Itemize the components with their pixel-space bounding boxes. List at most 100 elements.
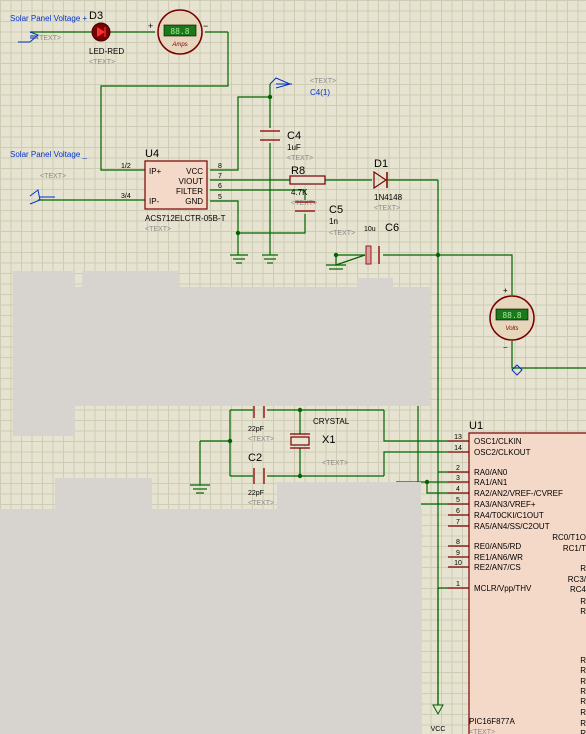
c5-value: 1n xyxy=(329,217,338,226)
u1-right-pin-label: R xyxy=(580,564,586,573)
diode-icon xyxy=(373,170,388,190)
u1-right-pin-label: R xyxy=(580,656,586,665)
d1-diode[interactable]: D1 1N4148 <TEXT> xyxy=(373,158,403,212)
occluder-upper-main xyxy=(75,287,430,406)
u1-right-pin-label: R xyxy=(580,697,586,706)
u1-pin-label: RE0/AN5/RD xyxy=(474,542,521,551)
c6-capacitor[interactable]: 10u C6 xyxy=(364,222,399,265)
u4-pinnum-6: 6 xyxy=(218,183,222,190)
u1-pin-label: RA2/AN2/VREF-/CVREF xyxy=(474,489,563,498)
c5-ref: C5 xyxy=(329,204,343,216)
u1-pin-label: RA3/AN3/VREF+ xyxy=(474,500,536,509)
u1-right-pin-label: R xyxy=(580,677,586,686)
d3-tag: <TEXT> xyxy=(89,59,115,66)
c4-ref-tag: <TEXT> xyxy=(310,78,336,85)
c4-tag: <TEXT> xyxy=(287,155,313,162)
u1-pin-number: 3 xyxy=(456,475,460,482)
crystal-name: CRYSTAL xyxy=(313,417,350,426)
u4-pin-gnd: GND xyxy=(185,197,203,206)
u1-pin-label: RA1/AN1 xyxy=(474,478,508,487)
c6-value: 10u xyxy=(364,226,376,233)
u1-pin-number: 14 xyxy=(454,445,462,452)
u1-pin-label: RE2/AN7/CS xyxy=(474,563,521,572)
u4-pinnum-1: 1/2 xyxy=(121,163,131,170)
u1-right-pin-label: R xyxy=(580,729,586,734)
ammeter-readout: 88.8 xyxy=(170,27,189,36)
ammeter-plus: + xyxy=(148,21,153,31)
c4-capacitor[interactable]: C4 1uF <TEXT> xyxy=(260,130,313,162)
u1-tag: <TEXT> xyxy=(469,729,495,734)
terminal-panel-plus[interactable]: Solar Panel Voltage + <TEXT> xyxy=(10,14,87,43)
u1-right-pin-label: R xyxy=(580,597,586,606)
voltmeter-minus: − xyxy=(503,343,508,352)
u4-acs712[interactable]: U4 IP+ IP- 1/2 3/4 VCC VIOUT FILTER GND … xyxy=(121,148,226,233)
u1-pin-label: RA0/AN0 xyxy=(474,468,508,477)
panel-plus-label: Solar Panel Voltage + xyxy=(10,14,87,23)
u1-pin-number: 13 xyxy=(454,434,462,441)
u1-right-pin-label: R xyxy=(580,708,586,717)
u4-ref: U4 xyxy=(145,148,159,160)
c2-capacitor[interactable]: C2 22pF <TEXT> xyxy=(248,452,274,507)
ammeter-minus: − xyxy=(203,21,208,31)
voltmeter-plus: + xyxy=(503,286,508,295)
u1-pin-number: 5 xyxy=(456,497,460,504)
u1-right-pin-label: RC3/ xyxy=(568,575,586,584)
d3-led[interactable]: D3 LED-RED <TEXT> xyxy=(89,10,124,66)
ammeter[interactable]: 88.8 Amps + − xyxy=(148,9,208,55)
u1-right-pin-label: RC0/T1O xyxy=(552,533,586,542)
r8-ref: R8 xyxy=(291,165,305,177)
u1-pin-label: MCLR/Vpp/THV xyxy=(474,584,532,593)
occluder-upper-tab2 xyxy=(357,278,393,290)
u1-pin-number: 6 xyxy=(456,508,460,515)
c2-value: 22pF xyxy=(248,490,264,497)
c2-tag: <TEXT> xyxy=(248,500,274,507)
u1-right-pin-label: RC4 xyxy=(570,585,586,594)
u1-pin-number: 10 xyxy=(454,560,462,567)
u4-part: ACS712ELCTR-05B-T xyxy=(145,214,226,223)
r8-resistor[interactable]: R8 4.7K <TEXT> xyxy=(289,165,326,207)
u1-pin-label: RA4/T0CKI/C1OUT xyxy=(474,511,544,520)
u4-pin-vcc: VCC xyxy=(186,167,203,176)
u1-pic16f877a[interactable]: U1 PIC16F877A <TEXT> RC0/T1O RC1/T R RC3/RC… xyxy=(448,420,586,734)
u1-pin-label: OSC2/CLKOUT xyxy=(474,448,531,457)
u1-pin-number: 9 xyxy=(456,550,460,557)
panel-minus-label: Solar Panel Voltage _ xyxy=(10,150,87,159)
u4-pinnum-3: 3/4 xyxy=(121,193,131,200)
occluder-upper xyxy=(13,271,75,436)
c4-value: 1uF xyxy=(287,143,301,152)
terminal-c4-ref[interactable]: <TEXT> C4(1) xyxy=(269,77,336,97)
u4-pin-filter: FILTER xyxy=(176,187,203,196)
terminal-panel-minus[interactable]: Solar Panel Voltage _ <TEXT> xyxy=(10,150,87,205)
u1-right-pin-label: RC1/T xyxy=(563,544,586,553)
r8-value: 4.7K xyxy=(291,188,308,197)
vcc-terminal[interactable]: VCC xyxy=(431,704,446,733)
u4-tag: <TEXT> xyxy=(145,226,171,233)
occluder-upper-tab xyxy=(82,271,178,291)
c4-ref-label: C4(1) xyxy=(310,88,330,97)
ammeter-caption: Amps xyxy=(171,42,187,48)
crystal-x1[interactable]: CRYSTAL X1 <TEXT> xyxy=(290,417,350,467)
panel-plus-tag: <TEXT> xyxy=(35,35,61,42)
u4-pin-ipplus: IP+ xyxy=(149,167,162,176)
u4-pin-viout: VIOUT xyxy=(179,177,204,186)
u1-pin-label: RA5/AN4/SS/C2OUT xyxy=(474,522,550,531)
u1-ref: U1 xyxy=(469,420,483,432)
c1-tag: <TEXT> xyxy=(248,436,274,443)
panel-minus-tag: <TEXT> xyxy=(40,173,66,180)
u1-right-pin-label: R xyxy=(580,666,586,675)
c5-capacitor[interactable]: C5 1n <TEXT> xyxy=(295,201,355,237)
occluder-lower xyxy=(0,509,422,734)
u1-part: PIC16F877A xyxy=(469,717,515,726)
u1-pin-number: 4 xyxy=(456,486,460,493)
c6-ref: C6 xyxy=(385,222,399,234)
d3-ref: D3 xyxy=(89,10,103,22)
c1-capacitor[interactable]: 22pF <TEXT> xyxy=(248,402,274,443)
u1-right-pin-label: R xyxy=(580,687,586,696)
voltmeter-readout: 88.8 xyxy=(502,311,521,320)
c4-ref: C4 xyxy=(287,130,301,142)
c2-ref: C2 xyxy=(248,452,262,464)
d1-value: 1N4148 xyxy=(374,193,403,202)
u4-pinnum-7: 7 xyxy=(218,173,222,180)
u4-pin-ipminus: IP- xyxy=(149,197,160,206)
c5-tag: <TEXT> xyxy=(329,230,355,237)
